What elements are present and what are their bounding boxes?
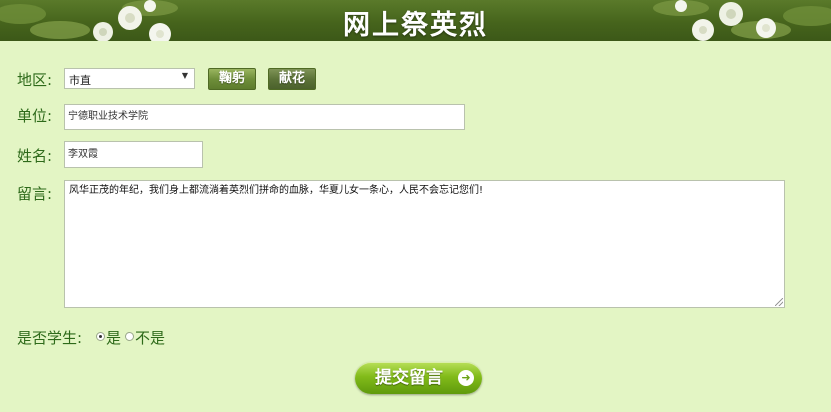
- student-no-label: 不是: [135, 329, 166, 347]
- submit-message-button[interactable]: 提交留言 ➜: [355, 362, 482, 394]
- resize-handle-icon[interactable]: [775, 298, 783, 306]
- message-text: 风华正茂的年纪，我们身上都流淌着英烈们拼命的血脉，华夏儿女一条心，人民不会忘记您…: [69, 185, 484, 196]
- name-field[interactable]: 李双霞: [64, 141, 203, 168]
- chevron-down-icon: ▼: [181, 71, 188, 80]
- region-select[interactable]: 市直 ▼: [64, 68, 195, 89]
- flower-decoration-icon: [653, 0, 831, 41]
- bow-button[interactable]: 鞠躬: [208, 68, 256, 90]
- unit-field[interactable]: 宁德职业技术学院: [64, 104, 465, 130]
- region-label: 地区:: [17, 71, 53, 89]
- name-label: 姓名:: [17, 147, 53, 165]
- region-select-value: 市直: [69, 74, 91, 87]
- message-textarea[interactable]: 风华正茂的年纪，我们身上都流淌着英烈们拼命的血脉，华夏儿女一条心，人民不会忘记您…: [64, 180, 785, 308]
- student-no-radio[interactable]: [125, 332, 134, 341]
- submit-label: 提交留言: [375, 368, 443, 388]
- arrow-right-icon: ➜: [458, 370, 474, 386]
- flower-button[interactable]: 献花: [268, 68, 316, 90]
- unit-label: 单位:: [17, 107, 53, 125]
- message-label: 留言:: [17, 185, 53, 203]
- student-label: 是否学生:: [17, 329, 83, 347]
- student-yes-label: 是: [106, 329, 122, 347]
- header-banner: 网上祭英烈: [0, 0, 831, 41]
- student-yes-radio[interactable]: [96, 332, 105, 341]
